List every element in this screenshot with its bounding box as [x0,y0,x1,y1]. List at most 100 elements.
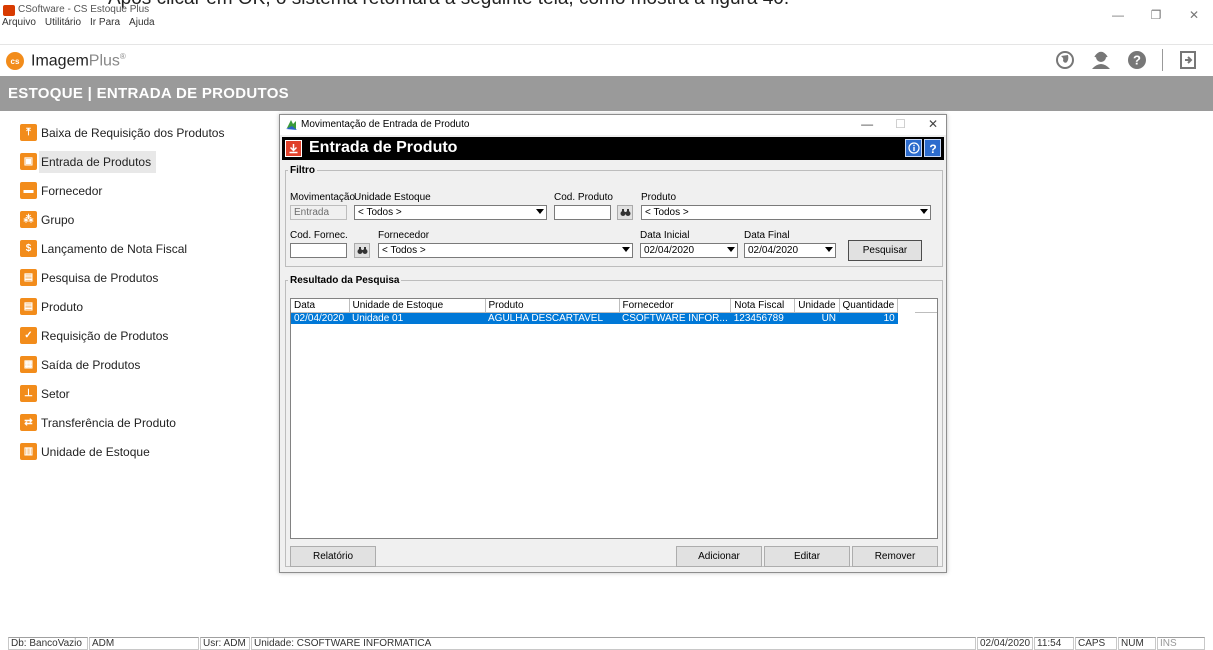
sidebar-item[interactable]: ⇄ Transferência de Produto [20,408,260,437]
menu-arquivo[interactable]: Arquivo [2,17,36,31]
column-header[interactable]: Unidade [794,299,840,313]
sidebar-item-label: Requisição de Produtos [41,328,169,343]
box-out-icon: ▦ [20,356,37,373]
menu-utilitario[interactable]: Utilitário [45,17,81,31]
user-support-icon[interactable] [1090,49,1112,71]
results-group: Resultado da Pesquisa Data Unidade de Est… [285,275,943,567]
data-final-value: 02/04/2020 [748,245,799,256]
svg-text:?: ? [929,142,936,154]
sidebar-item[interactable]: ▬ Fornecedor [20,176,260,205]
app-icon [3,5,15,16]
sidebar-item[interactable]: ▥ Unidade de Estoque [20,437,260,466]
results-grid[interactable]: Data Unidade de Estoque Produto Fornecedor N… [290,298,938,539]
remover-button[interactable]: Remover [852,546,938,567]
sidebar-item[interactable]: ▤ Pesquisa de Produtos [20,263,260,292]
column-header[interactable]: Produto [485,299,620,313]
status-adm: ADM [89,637,199,650]
fornecedor-label: Fornecedor [378,230,430,241]
dialog-header-title: Entrada de Produto [309,139,458,156]
data-final-picker[interactable]: 02/04/2020 [744,243,836,258]
cod-fornec-input[interactable] [290,243,347,258]
status-caps: CAPS [1075,637,1117,650]
table-row[interactable]: 02/04/2020 Unidade 01 AGULHA DESCARTAVEL CS… [291,312,898,324]
brand-reg: ® [119,52,126,61]
status-time: 11:54 [1034,637,1074,650]
dialog-window-controls: — ☐ ✕ [861,117,938,131]
window-title: CSoftware - CS Estoque Plus [18,4,150,15]
dialog-minimize-button[interactable]: — [861,117,873,131]
search-fornecedor-button[interactable] [354,243,370,258]
sidebar-item[interactable]: ⊥ Setor [20,379,260,408]
info-icon[interactable] [905,139,922,157]
brand-name-plus: Plus [88,52,120,70]
status-num: NUM [1118,637,1156,650]
help-question-icon[interactable]: ? [924,139,941,157]
column-header[interactable]: Quantidade [839,299,899,313]
menu-bar: Arquivo Utilitário Ir Para Ajuda [0,17,155,31]
chevron-down-icon [920,209,928,214]
sidebar-item[interactable]: $ Lançamento de Nota Fiscal [20,234,260,263]
exit-icon[interactable] [1177,49,1199,71]
column-header[interactable]: Fornecedor [619,299,732,313]
unidade-estoque-select[interactable]: < Todos > [354,205,547,220]
pesquisar-button[interactable]: Pesquisar [848,240,922,261]
brand-bar: cs ImagemPlus® ? [0,44,1213,76]
close-button[interactable]: ✕ [1175,0,1213,30]
table-header-row: Data Unidade de Estoque Produto Fornecedor N… [291,299,899,313]
help-icon[interactable]: ? [1126,49,1148,71]
toolbar-separator [1162,49,1163,71]
dialog-close-button[interactable]: ✕ [928,117,938,131]
sidebar-item[interactable]: ▣ Entrada de Produtos [20,147,260,176]
column-header[interactable]: Unidade de Estoque [349,299,486,313]
status-date: 02/04/2020 [977,637,1033,650]
table-cell: 02/04/2020 [291,312,349,324]
dialog-maximize-button[interactable]: ☐ [895,117,906,131]
globe-icon[interactable] [1054,49,1076,71]
database-icon: ▤ [20,269,37,286]
sidebar-item-label: Entrada de Produtos [39,150,157,173]
movimentacao-field: Entrada [290,205,347,220]
column-header[interactable]: Nota Fiscal [730,299,796,313]
relatorio-button[interactable]: Relatório [290,546,376,567]
sidebar-item-label: Setor [41,386,70,401]
chevron-down-icon [727,247,735,252]
chevron-down-icon [825,247,833,252]
sidebar-item-label: Produto [41,299,84,314]
table-cell: AGULHA DESCARTAVEL [485,312,619,324]
maximize-button[interactable]: ❐ [1137,0,1175,30]
minimize-button[interactable]: — [1099,0,1137,30]
data-inicial-picker[interactable]: 02/04/2020 [640,243,738,258]
fornecedor-value: < Todos > [382,245,426,256]
data-inicial-value: 02/04/2020 [644,245,695,256]
cod-produto-input[interactable] [554,205,611,220]
sidebar-item[interactable]: ▦ Saída de Produtos [20,350,260,379]
produto-select[interactable]: < Todos > [641,205,931,220]
cod-produto-label: Cod. Produto [554,192,613,203]
results-legend: Resultado da Pesquisa [290,275,400,286]
editar-button[interactable]: Editar [764,546,850,567]
warehouse-icon: ▥ [20,443,37,460]
sidebar-item[interactable]: ▤ Produto [20,292,260,321]
brand-name: ImagemPlus® [31,52,126,70]
sidebar-item[interactable]: ⤒ Baixa de Requisição dos Produtos [20,118,260,147]
produto-value: < Todos > [645,207,689,218]
dialog-title: Movimentação de Entrada de Produto [301,119,470,130]
dialog-titlebar: Movimentação de Entrada de Produto — ☐ ✕ [280,115,946,135]
column-header[interactable]: Data [291,299,350,313]
search-produto-button[interactable] [617,205,633,220]
cod-fornec-label: Cod. Fornec. [290,230,348,241]
table-cell: Unidade 01 [349,312,485,324]
menu-ajuda[interactable]: Ajuda [129,17,155,31]
group-icon: ⁂ [20,211,37,228]
unidade-estoque-label: Unidade Estoque [354,192,431,203]
table-cell: UN [794,312,840,324]
dialog-header: Entrada de Produto ? [282,137,944,160]
database-icon: ▤ [20,298,37,315]
sidebar-item[interactable]: ✓ Requisição de Produtos [20,321,260,350]
sidebar-item-label: Pesquisa de Produtos [41,270,159,285]
adicionar-button[interactable]: Adicionar [676,546,762,567]
menu-ir-para[interactable]: Ir Para [90,17,120,31]
money-icon: $ [20,240,37,257]
fornecedor-select[interactable]: < Todos > [378,243,633,258]
sidebar-item[interactable]: ⁂ Grupo [20,205,260,234]
